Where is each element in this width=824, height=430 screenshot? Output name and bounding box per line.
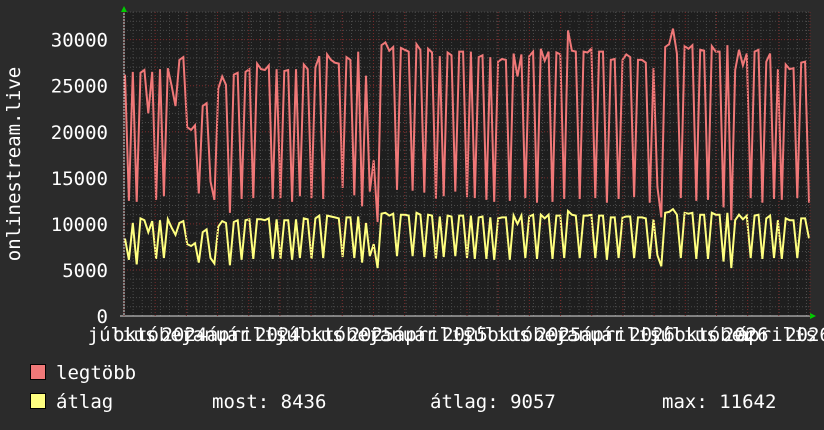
stat-max: max: 11642	[662, 391, 776, 413]
legend-item-atlag: átlag most: 8436 átlag: 9057 max: 11642	[30, 391, 810, 413]
stat-atlag-value: 9057	[510, 391, 556, 413]
y-tick-label: 30000	[51, 30, 108, 52]
y-tick-label: 15000	[51, 168, 108, 190]
y-tick-label: 5000	[62, 260, 108, 282]
stat-max-value: 11642	[719, 391, 777, 413]
stat-atlag-label: átlag:	[430, 391, 499, 413]
x-tick-label: 2026	[785, 324, 824, 345]
stat-most-label: most:	[212, 391, 270, 413]
stat-atlag: átlag: 9057	[430, 391, 556, 413]
y-ticks: 050001000015000200002500030000	[51, 30, 108, 328]
legend-swatch-atlag	[30, 393, 46, 409]
chart: 050001000015000200002500030000 júliusokt…	[3, 6, 824, 345]
y-axis-label: onlinestream.live	[3, 67, 25, 261]
legend-swatch-legtobb	[30, 364, 46, 380]
stat-max-label: max:	[662, 391, 708, 413]
y-axis-arrow	[121, 6, 127, 12]
legend-label-atlag: átlag	[56, 391, 114, 413]
legend-item-legtobb: legtöbb	[30, 362, 136, 384]
y-tick-label: 25000	[51, 76, 108, 98]
stat-most-value: 8436	[280, 391, 327, 413]
legend-label-legtobb: legtöbb	[56, 362, 137, 384]
stat-most: most: 8436	[212, 391, 326, 413]
y-tick-label: 10000	[51, 214, 108, 236]
x-axis-arrow	[810, 313, 816, 319]
y-tick-label: 20000	[51, 122, 108, 144]
